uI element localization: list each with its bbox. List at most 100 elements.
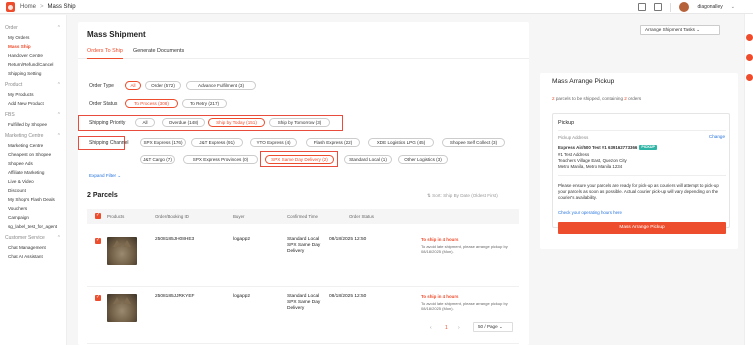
pickup-notice: Please ensure your parcels are ready for… (558, 183, 719, 200)
mass-arrange-pickup-button[interactable]: Mass Arrange Pickup (558, 222, 726, 234)
table-row[interactable]: 2508185JJRKYEF logapp2 Standard Local SP… (87, 288, 519, 344)
filter-status-to-retry[interactable]: To Retry (217) (182, 99, 227, 108)
summary-text: parcels to be shipped, containing (554, 96, 625, 101)
sidebar-item-label-test[interactable]: sg_label_test_for_agent (5, 224, 66, 229)
sidebar-group-label: Product (5, 82, 23, 88)
sidebar-item-add-product[interactable]: Add New Product (5, 101, 66, 106)
sidebar-item-campaign[interactable]: Campaign (5, 215, 66, 220)
filter-channel-spx[interactable]: SPX Express (176) (140, 138, 186, 147)
filter-channel-same-day[interactable]: SPX Same Day Delivery (2) (265, 155, 334, 164)
order-status-label: Order Status (89, 101, 118, 107)
sidebar-item-my-products[interactable]: My Products (5, 92, 66, 97)
breadcrumb-current: Mass Ship (47, 3, 76, 10)
sidebar-item-chat-management[interactable]: Chat Management (5, 245, 66, 250)
book-icon[interactable] (654, 3, 663, 11)
sidebar-item-marketing-centre[interactable]: Marketing Centre (5, 143, 66, 148)
chat-icon[interactable] (746, 74, 753, 81)
channel-line: Delivery (287, 306, 305, 311)
filter-channel-flash[interactable]: Flash Express (22) (306, 138, 360, 147)
column-order-status: Order Status (349, 214, 374, 219)
tab-orders-to-ship[interactable]: Orders To Ship (87, 47, 123, 59)
apps-grid-icon[interactable] (638, 3, 647, 11)
sidebar-item-mass-ship[interactable]: Mass Ship (5, 44, 66, 49)
sidebar-item-shopee-ads[interactable]: Shopee Ads (5, 161, 66, 166)
order-type-label: Order Type (89, 83, 114, 89)
order-id[interactable]: 2508185JJRKYEF (155, 294, 194, 300)
chevron-up-icon: ⌃ (56, 112, 61, 118)
sidebar-item-affiliate[interactable]: Affiliate Marketing (5, 170, 66, 175)
sidebar-group-customer-service[interactable]: Customer Service ⌃ (5, 235, 66, 241)
filter-status-to-process[interactable]: To Process (308) (125, 99, 178, 108)
shipping-priority-label: Shipping Priority (89, 120, 126, 126)
breadcrumb-home[interactable]: Home (20, 4, 36, 10)
sidebar-item-flash-deals[interactable]: My Shop's Flash Deals (5, 197, 66, 202)
notification-icon[interactable] (746, 34, 753, 41)
change-address-link[interactable]: Change (709, 134, 725, 139)
order-id[interactable]: 2508185JH08HE3 (155, 237, 194, 243)
chevron-up-icon: ⌃ (56, 235, 61, 241)
filter-priority-today[interactable]: Ship by Today (151) (208, 118, 265, 127)
sidebar-group-order[interactable]: Order ⌃ (5, 25, 66, 31)
filter-channel-standard-local[interactable]: Standard Local (1) (344, 155, 392, 164)
table-row[interactable]: 2508185JH08HE3 logapp2 Standard Local SP… (87, 231, 519, 287)
sidebar-group-product[interactable]: Product ⌃ (5, 82, 66, 88)
sidebar-item-my-orders[interactable]: My Orders (5, 35, 66, 40)
chevron-down-icon[interactable]: ⌄ (731, 4, 735, 10)
select-all-checkbox[interactable] (95, 212, 101, 219)
sidebar-item-cheapest[interactable]: Cheapest on Shopee (5, 152, 66, 157)
sort-dropdown[interactable]: ⇅ Sort: Ship By Date (Oldest First) (427, 193, 498, 199)
row-checkbox[interactable] (95, 294, 101, 301)
filter-channel-self-collect[interactable]: Shopee Self Collect (3) (442, 138, 505, 147)
filter-priority-all[interactable]: All (135, 118, 155, 127)
sidebar-group-label: Order (5, 25, 18, 31)
parcels-count-title: 2 Parcels (87, 192, 118, 199)
shopee-logo-icon[interactable] (6, 1, 15, 12)
sidebar-item-handover-centre[interactable]: Handover Centre (5, 53, 66, 58)
pickup-box: Pickup Pickup Address Change Express Air… (552, 113, 730, 234)
mass-shipment-panel: Mass Shipment Orders To Ship Generate Do… (78, 22, 529, 345)
sidebar-item-discount[interactable]: Discount (5, 188, 66, 193)
pagination-next[interactable]: › (458, 325, 460, 331)
filter-channel-yto[interactable]: YTO Express (4) (250, 138, 297, 147)
sidebar-item-vouchers[interactable]: Vouchers (5, 206, 66, 211)
sidebar-group-marketing[interactable]: Marketing Centre ⌃ (5, 133, 66, 139)
filter-channel-spx-provinces[interactable]: SPX Express Provinces (0) (183, 155, 258, 164)
help-icon[interactable] (746, 54, 753, 61)
filter-channel-xde[interactable]: XDE Logistics LPG (45) (368, 138, 434, 147)
pickup-contact: Express Air/500 Test #1 639162773366 PICK… (558, 145, 657, 151)
sidebar-item-shipping-setting[interactable]: Shipping Setting (5, 71, 66, 76)
sidebar-item-live-video[interactable]: Live & Video (5, 179, 66, 184)
mass-arrange-pickup-panel: Mass Arrange Pickup 2 parcels to be ship… (540, 73, 738, 249)
username[interactable]: diagonalley (697, 4, 722, 10)
shipping-channel: Standard Local SPX Same Day Delivery (287, 294, 320, 312)
column-confirmed-time: Confirmed Time (287, 214, 318, 219)
page-title: Mass Shipment (87, 30, 146, 39)
divider (670, 2, 672, 12)
sidebar-item-fulfilled-by-shopee[interactable]: Fulfilled by Shopee (5, 122, 66, 127)
pagination-current[interactable]: 1 (445, 325, 448, 331)
filter-order-type-advance[interactable]: Advance Fulfilment (3) (186, 81, 256, 90)
chevron-up-icon: ⌃ (56, 25, 61, 31)
sidebar-item-chat-ai[interactable]: Chat AI Assistant (5, 254, 66, 259)
sidebar-item-return-refund[interactable]: Return/Refund/Cancel (5, 62, 66, 67)
operating-hours-link[interactable]: Check your operating hours here (558, 210, 622, 215)
filter-order-type-all[interactable]: All (125, 81, 141, 90)
divider (558, 130, 726, 131)
filter-channel-jt[interactable]: J&T Express (91) (191, 138, 243, 147)
filter-channel-other[interactable]: Other Logistics (3) (398, 155, 448, 164)
avatar[interactable] (679, 2, 690, 12)
pickup-tag: PICKUP (639, 145, 657, 150)
row-checkbox[interactable] (95, 237, 101, 244)
filter-channel-jt-cargo[interactable]: J&T Cargo (7) (140, 155, 175, 164)
filter-priority-overdue[interactable]: Overdue (148) (162, 118, 205, 127)
filter-priority-tomorrow[interactable]: Ship by Tomorrow (3) (269, 118, 330, 127)
sidebar-group-fbs[interactable]: FBS ⌃ (5, 112, 66, 118)
column-order-id: Order/Booking ID (155, 214, 189, 219)
expand-filter-link[interactable]: Expand Filter ⌄ (89, 173, 121, 179)
tab-generate-documents[interactable]: Generate Documents (133, 47, 184, 59)
filter-order-type-order[interactable]: Order (572) (145, 81, 181, 90)
pagination-prev[interactable]: ‹ (430, 325, 432, 331)
page-size-select[interactable]: 50 / Page ⌄ (473, 322, 513, 332)
column-buyer: Buyer (233, 214, 245, 219)
arrange-shipment-tasks-button[interactable]: Arrange Shipment Tasks ⌄ (640, 25, 720, 35)
